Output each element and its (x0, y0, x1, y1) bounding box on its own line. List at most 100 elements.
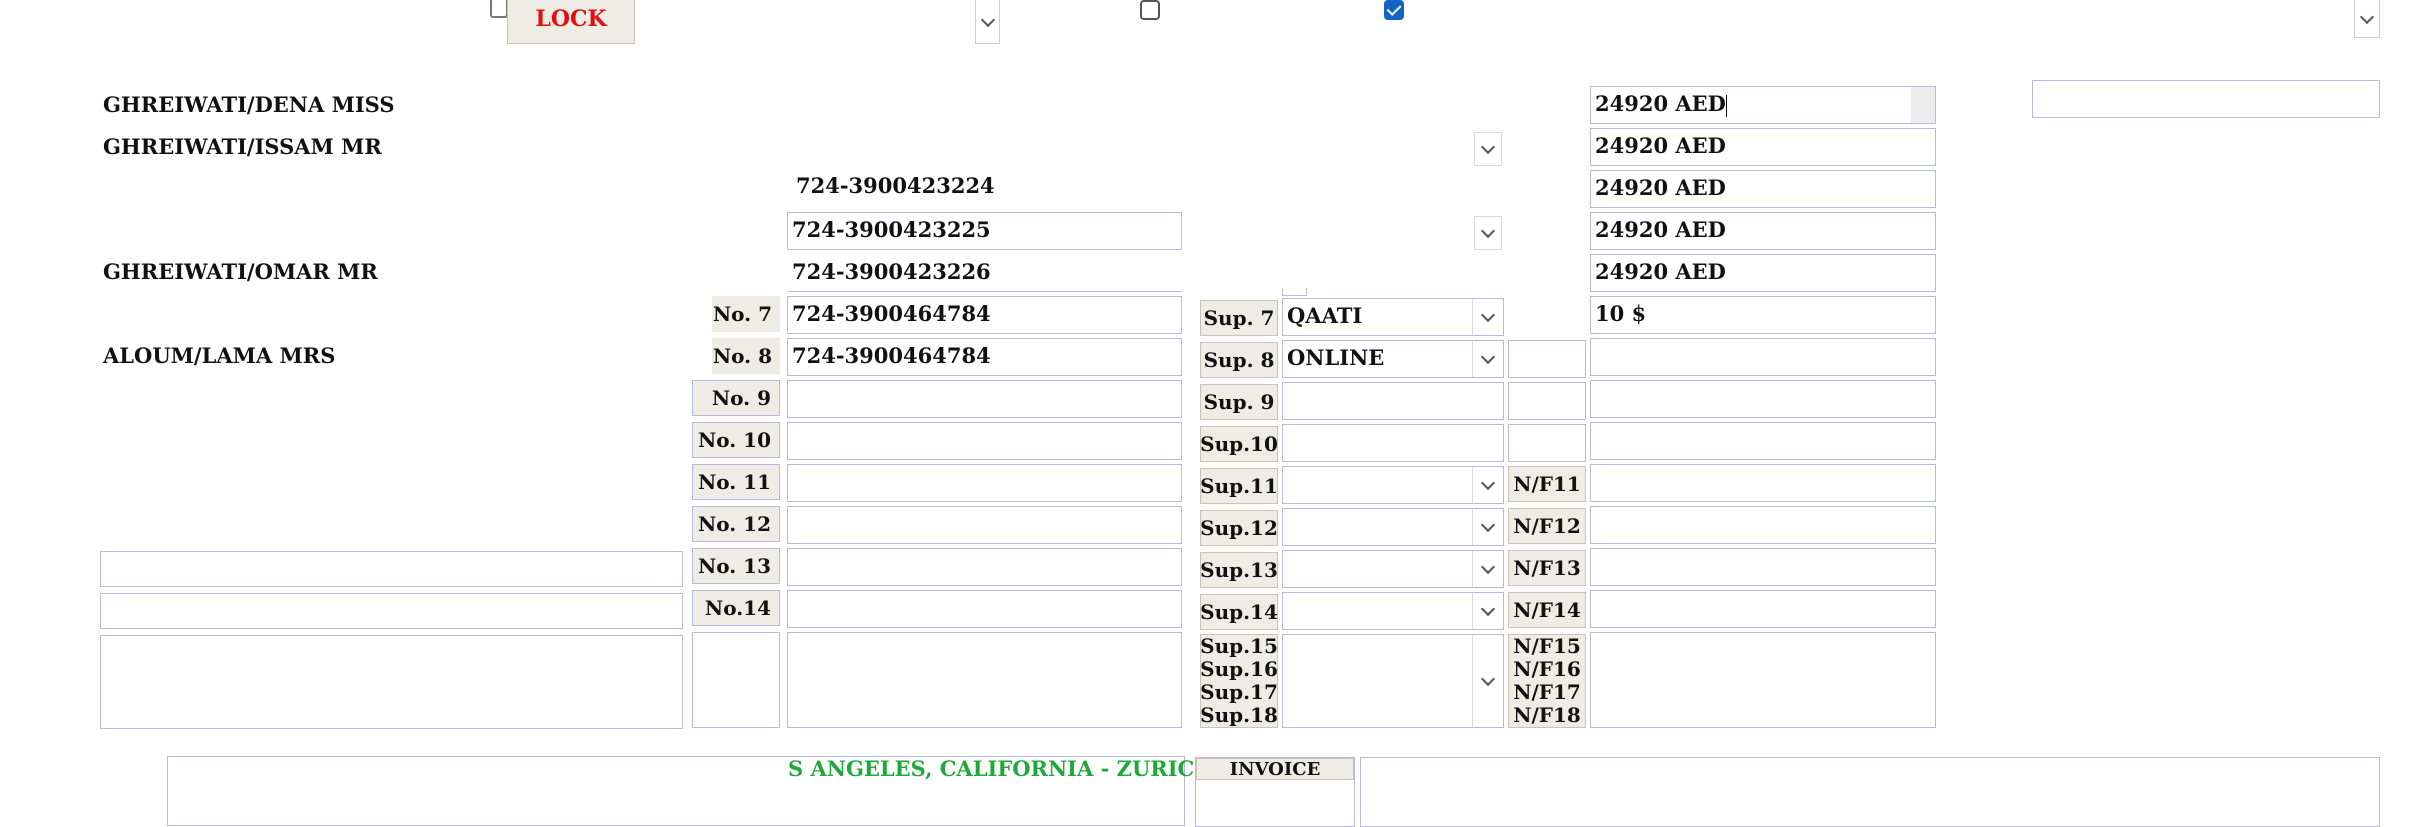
nf-input-8[interactable] (1508, 340, 1586, 378)
supplier-label-17: Sup.17 (1200, 680, 1278, 704)
mid-dropdown-2[interactable] (1474, 216, 1502, 250)
supplier-select-13[interactable] (1282, 550, 1504, 588)
nf-button-13[interactable]: N/F13 (1508, 550, 1586, 586)
invoice-button[interactable]: INVOICE (1196, 758, 1354, 780)
supplier-label-16: Sup.16 (1200, 657, 1278, 681)
chevron-down-icon (1480, 517, 1496, 533)
option-checkbox-2[interactable] (1384, 0, 1404, 20)
nf-input-10[interactable] (1508, 424, 1586, 462)
right-input[interactable] (2032, 80, 2380, 118)
chevron-down-icon (2359, 9, 2375, 24)
supplier-label-18: Sup.18 (1200, 703, 1278, 727)
supplier-select-7-value: QAATI (1287, 303, 1363, 328)
supplier-select-14[interactable] (1282, 592, 1504, 630)
chevron-down-icon (1480, 139, 1496, 155)
mid-dropdown-1[interactable] (1474, 132, 1502, 166)
ticket-number-7[interactable] (787, 422, 1182, 460)
chevron-down-icon (1480, 601, 1496, 617)
ticket-number-8[interactable] (787, 464, 1182, 502)
top-dropdown-1[interactable] (975, 0, 1000, 44)
left-notes-area[interactable] (100, 635, 683, 729)
chevron-down-icon (1480, 475, 1496, 491)
supplier-select-11[interactable] (1282, 466, 1504, 504)
fare-input-5[interactable]: 24920 AED (1590, 254, 1936, 292)
chevron-down-icon (1480, 223, 1496, 239)
ticket-notes-area[interactable] (787, 632, 1182, 728)
supplier-select-7[interactable]: QAATI (1282, 298, 1504, 336)
supplier-select-8-arrow[interactable] (1472, 341, 1503, 377)
ticket-number-6[interactable] (787, 380, 1182, 418)
ticket-label-area[interactable] (692, 632, 780, 728)
supplier-button-7[interactable]: Sup. 7 (1200, 300, 1278, 336)
ticket-label-14: No.14 (692, 590, 780, 626)
fare-input-7[interactable] (1590, 338, 1936, 376)
chevron-down-icon (980, 12, 995, 27)
ticket-number-2[interactable]: 724-3900423225 (787, 212, 1182, 250)
supplier-button-12[interactable]: Sup.12 (1200, 510, 1278, 546)
ticket-number-5[interactable]: 724-3900464784 (787, 338, 1182, 376)
supplier-button-11[interactable]: Sup.11 (1200, 468, 1278, 504)
supplier-select-13-arrow[interactable] (1472, 551, 1503, 587)
nf-label-15: N/F15 (1513, 634, 1581, 658)
supplier-listbox-arrow[interactable] (1472, 635, 1503, 727)
check-icon (1386, 1, 1402, 16)
fare-input-9[interactable] (1590, 422, 1936, 460)
supplier-input-9[interactable] (1282, 382, 1504, 420)
supplier-button-14[interactable]: Sup.14 (1200, 594, 1278, 630)
ticket-label-11: No. 11 (692, 464, 780, 500)
supplier-select-14-arrow[interactable] (1472, 593, 1503, 629)
left-input-1[interactable] (100, 551, 683, 587)
fare-input-4[interactable]: 24920 AED (1590, 212, 1936, 250)
supplier-select-11-arrow[interactable] (1472, 467, 1503, 503)
text-cursor (1725, 94, 1727, 117)
ticket-number-3[interactable]: 724-3900423226 (787, 254, 1182, 292)
supplier-button-8[interactable]: Sup. 8 (1200, 342, 1278, 378)
ticket-label-10: No. 10 (692, 422, 780, 458)
small-checkbox-top[interactable] (490, 0, 508, 18)
supplier-select-7-arrow[interactable] (1472, 299, 1503, 335)
top-dropdown-2[interactable] (2354, 0, 2380, 38)
ticket-number-9[interactable] (787, 506, 1182, 544)
nf-input-9[interactable] (1508, 382, 1586, 420)
fare-input-3[interactable]: 24920 AED (1590, 170, 1936, 208)
passenger-name-1: GHREIWATI/DENA MISS (103, 92, 395, 117)
fare-input-2[interactable]: 24920 AED (1590, 128, 1936, 166)
ticket-label-8: No. 8 (712, 338, 780, 374)
fare-input-11[interactable] (1590, 506, 1936, 544)
fare-input-6[interactable]: 10 $ (1590, 296, 1936, 334)
option-checkbox-1[interactable] (1140, 0, 1160, 20)
fare-input-1[interactable]: 24920 AED (1590, 86, 1936, 124)
fare-notes-area[interactable] (1590, 632, 1936, 728)
chevron-down-icon (1480, 559, 1496, 575)
supplier-label-15: Sup.15 (1200, 634, 1278, 658)
supplier-select-12-arrow[interactable] (1472, 509, 1503, 545)
supplier-select-12[interactable] (1282, 508, 1504, 546)
bottom-right-area[interactable] (1360, 757, 2380, 827)
lock-button[interactable]: LOCK (507, 0, 635, 44)
nf-button-14[interactable]: N/F14 (1508, 592, 1586, 628)
supplier-input-10[interactable] (1282, 424, 1504, 462)
fare-input-12[interactable] (1590, 548, 1936, 586)
supplier-button-10[interactable]: Sup.10 (1200, 426, 1278, 462)
supplier-button-group-15-18[interactable]: Sup.15 Sup.16 Sup.17 Sup.18 (1200, 634, 1278, 728)
ticket-number-11[interactable] (787, 590, 1182, 628)
passenger-name-3: GHREIWATI/OMAR MR (103, 259, 378, 284)
supplier-button-13[interactable]: Sup.13 (1200, 552, 1278, 588)
ticket-label-13: No. 13 (692, 548, 780, 584)
supplier-listbox-15-18[interactable] (1282, 634, 1504, 728)
fare-input-13[interactable] (1590, 590, 1936, 628)
supplier-button-9[interactable]: Sup. 9 (1200, 384, 1278, 420)
passenger-name-2: GHREIWATI/ISSAM MR (103, 134, 382, 159)
nf-label-18: N/F18 (1513, 703, 1581, 727)
left-input-2[interactable] (100, 593, 683, 629)
nf-button-group-15-18[interactable]: N/F15 N/F16 N/F17 N/F18 (1508, 634, 1586, 728)
ticket-number-1: 724-3900423224 (787, 168, 1182, 206)
passenger-name-4: ALOUM/LAMA MRS (103, 343, 336, 368)
ticket-number-10[interactable] (787, 548, 1182, 586)
nf-button-12[interactable]: N/F12 (1508, 508, 1586, 544)
nf-button-11[interactable]: N/F11 (1508, 466, 1586, 502)
supplier-select-8[interactable]: ONLINE (1282, 340, 1504, 378)
fare-input-10[interactable] (1590, 464, 1936, 502)
fare-input-8[interactable] (1590, 380, 1936, 418)
ticket-number-4[interactable]: 724-3900464784 (787, 296, 1182, 334)
